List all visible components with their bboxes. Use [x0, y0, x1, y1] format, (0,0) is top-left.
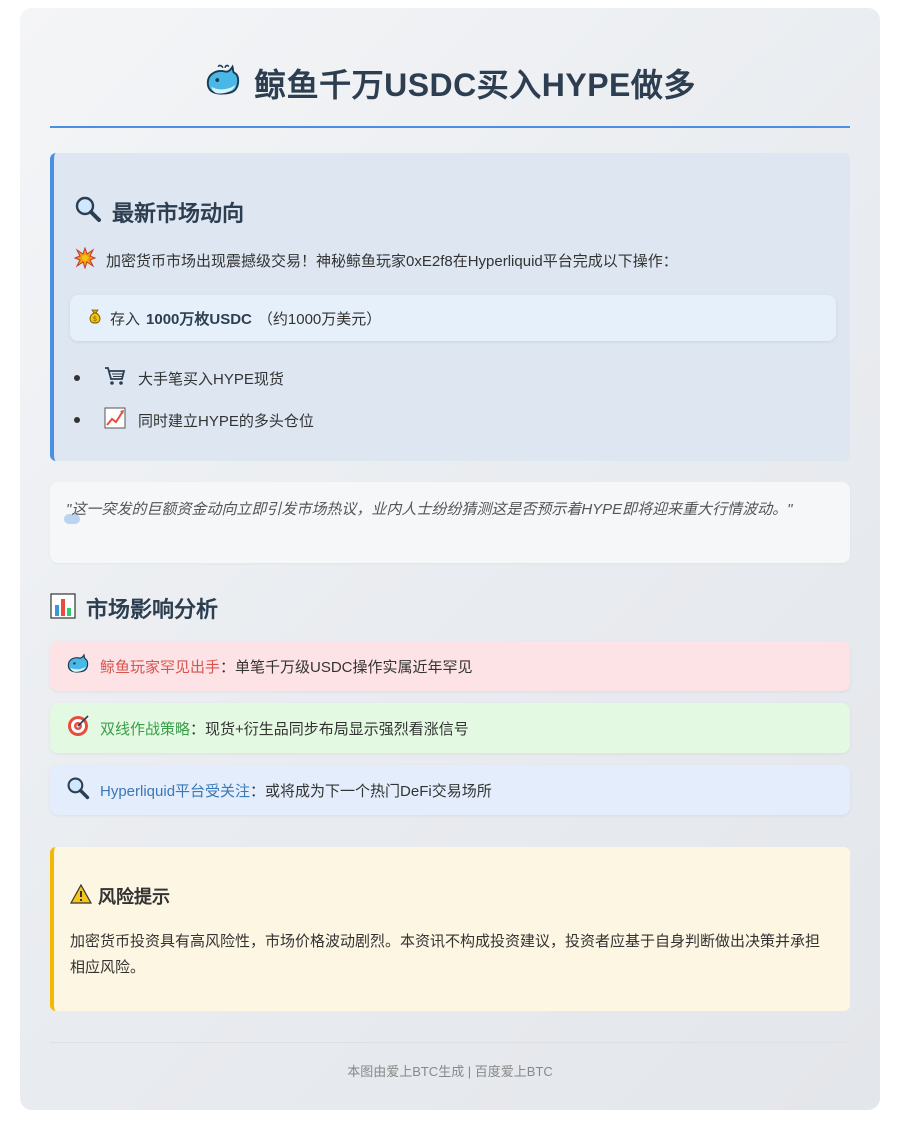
- article-card: 鲸鱼千万USDC买入HYPE做多 最新市场动向 加密货币市场出现震撼级交易！神秘…: [20, 8, 880, 1110]
- analysis-highlight: 鲸鱼玩家罕见出手: [100, 658, 221, 676]
- analysis-text: ：或将成为下一个热门DeFi交易场所: [250, 782, 492, 800]
- bullet-dot: [74, 417, 80, 423]
- whale-icon: [66, 652, 90, 680]
- analysis-heading-row: 市场影响分析: [50, 592, 218, 624]
- explosion-icon: [73, 246, 97, 273]
- analysis-item-platform: Hyperliquid平台受关注：或将成为下一个热门DeFi交易场所: [50, 765, 850, 815]
- svg-text:$: $: [93, 315, 97, 323]
- magnifier-icon: [74, 195, 102, 228]
- money-bag-icon: $: [86, 307, 104, 329]
- analysis-highlight: 双线作战策略: [100, 720, 191, 738]
- warning-icon: [69, 883, 93, 909]
- bullet-dot: [74, 375, 80, 381]
- quote-block: "这一突发的巨额资金动向立即引发市场热议，业内人士纷纷猜测这是否预示着HYPE即…: [50, 482, 850, 563]
- footer: 本图由爱上BTC生成 | 百度爱上BTC: [50, 1042, 850, 1080]
- magnifier-icon: [66, 776, 90, 804]
- whale-icon: [204, 62, 242, 105]
- news-intro-text: 加密货币市场出现震撼级交易！神秘鲸鱼玩家0xE2f8在Hyperliquid平台…: [106, 252, 678, 270]
- bullet-text: 大手笔买入HYPE现货: [138, 370, 284, 388]
- analysis-text: ：单笔千万级USDC操作实属近年罕见: [220, 658, 473, 676]
- analysis-item-whale: 鲸鱼玩家罕见出手：单笔千万级USDC操作实属近年罕见: [50, 641, 850, 691]
- risk-text: 加密货币投资具有高风险性，市场价格波动剧烈。本资讯不构成投资建议，投资者应基于自…: [70, 933, 821, 976]
- footer-text: 本图由爱上BTC生成 | 百度爱上BTC: [347, 1064, 553, 1079]
- deposit-prefix: 存入: [110, 310, 141, 328]
- news-heading: 最新市场动向: [112, 200, 245, 226]
- list-item: 大手笔买入HYPE现货: [74, 357, 314, 399]
- page-title: 鲸鱼千万USDC买入HYPE做多: [254, 67, 696, 103]
- market-news-section: 最新市场动向 加密货币市场出现震撼级交易！神秘鲸鱼玩家0xE2f8在Hyperl…: [50, 153, 850, 461]
- deposit-amount: 1000万枚USDC: [146, 310, 252, 328]
- analysis-heading: 市场影响分析: [86, 597, 219, 622]
- bar-chart-icon: [50, 592, 76, 624]
- analysis-item-strategy: 双线作战策略：现货+衍生品同步布局显示强烈看涨信号: [50, 703, 850, 753]
- list-item: 同时建立HYPE的多头仓位: [74, 399, 314, 441]
- target-icon: [66, 714, 90, 742]
- quote-text: "这一突发的巨额资金动向立即引发市场热议，业内人士纷纷猜测这是否预示着HYPE即…: [66, 501, 793, 518]
- bullet-text: 同时建立HYPE的多头仓位: [138, 412, 314, 430]
- analysis-highlight: Hyperliquid平台受关注: [100, 782, 251, 800]
- shopping-cart-icon: [104, 365, 126, 391]
- risk-warning-section: 风险提示 加密货币投资具有高风险性，市场价格波动剧烈。本资讯不构成投资建议，投资…: [50, 847, 850, 1011]
- risk-heading: 风险提示: [98, 887, 170, 907]
- chart-up-icon: [104, 407, 126, 433]
- page-header: 鲸鱼千万USDC买入HYPE做多: [50, 60, 850, 128]
- operations-list: 大手笔买入HYPE现货 同时建立HYPE的多头仓位: [74, 357, 314, 441]
- deposit-suffix: （约1000万美元）: [257, 310, 382, 328]
- analysis-text: ：现货+衍生品同步布局显示强烈看涨信号: [190, 720, 469, 738]
- deposit-highlight: $ 存入 1000万枚USDC （约1000万美元）: [70, 295, 836, 341]
